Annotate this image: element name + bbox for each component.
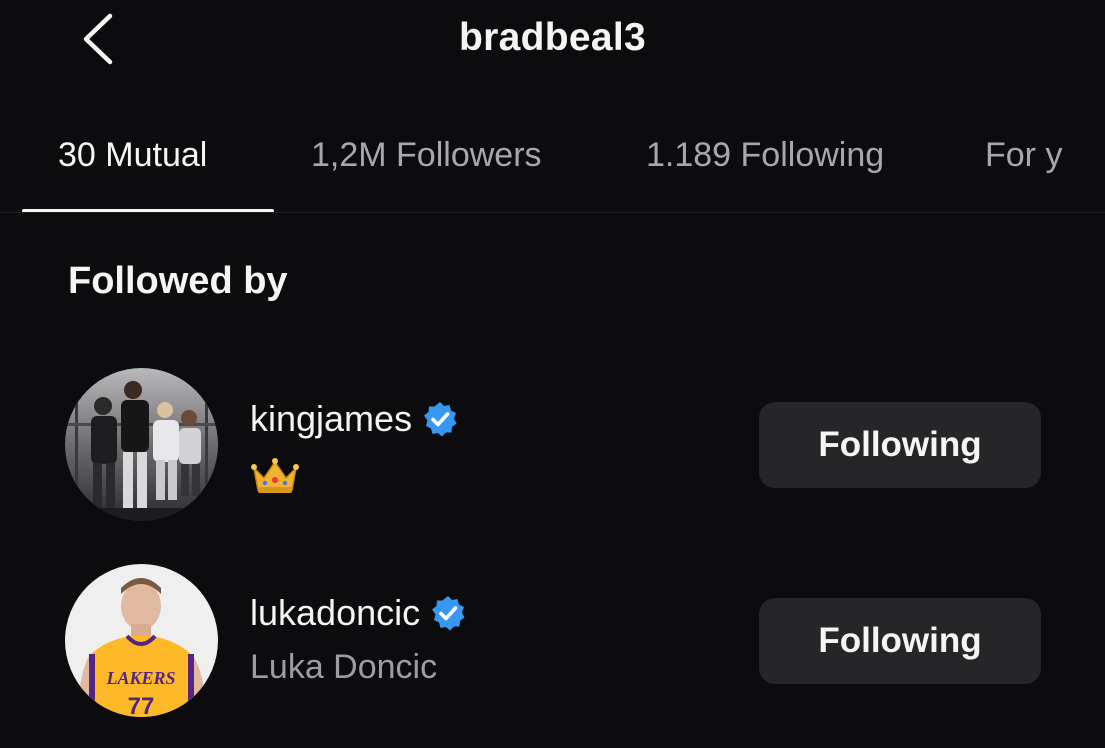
top-bar: bradbeal3	[0, 0, 1105, 90]
jersey-number: 77	[128, 693, 155, 717]
username: kingjames	[250, 398, 413, 439]
full-name: Luka Doncic	[250, 648, 438, 686]
account-row: LAKERS 77 lukadoncic Luka Doncic Followi…	[0, 564, 1105, 724]
avatar-photo-player: LAKERS 77	[65, 564, 218, 717]
profile-username-title: bradbeal3	[459, 16, 646, 59]
username-link[interactable]: lukadoncic	[250, 592, 466, 634]
following-button[interactable]: Following	[759, 598, 1041, 684]
verified-badge-icon	[422, 401, 458, 437]
jersey-text: LAKERS	[105, 668, 175, 688]
account-row: kingjames Following	[0, 368, 1105, 528]
tab-for-you[interactable]: For y	[985, 136, 1073, 175]
tab-divider	[0, 212, 1105, 213]
section-title: Followed by	[68, 260, 288, 302]
tab-for-you-clip: For y	[985, 136, 1073, 186]
tab-mutual[interactable]: 30 Mutual	[58, 136, 207, 175]
username-link[interactable]: kingjames	[250, 398, 458, 440]
avatar[interactable]	[65, 368, 218, 521]
following-button[interactable]: Following	[759, 402, 1041, 488]
avatar-photo-group	[65, 368, 218, 521]
verified-badge-icon	[430, 595, 466, 631]
tab-followers[interactable]: 1,2M Followers	[311, 136, 542, 175]
tab-following[interactable]: 1.189 Following	[646, 136, 884, 175]
username: lukadoncic	[250, 592, 421, 633]
tab-bar: 30 Mutual 1,2M Followers 1.189 Following…	[0, 120, 1105, 215]
avatar[interactable]: LAKERS 77	[65, 564, 218, 717]
crown-icon	[250, 456, 300, 496]
